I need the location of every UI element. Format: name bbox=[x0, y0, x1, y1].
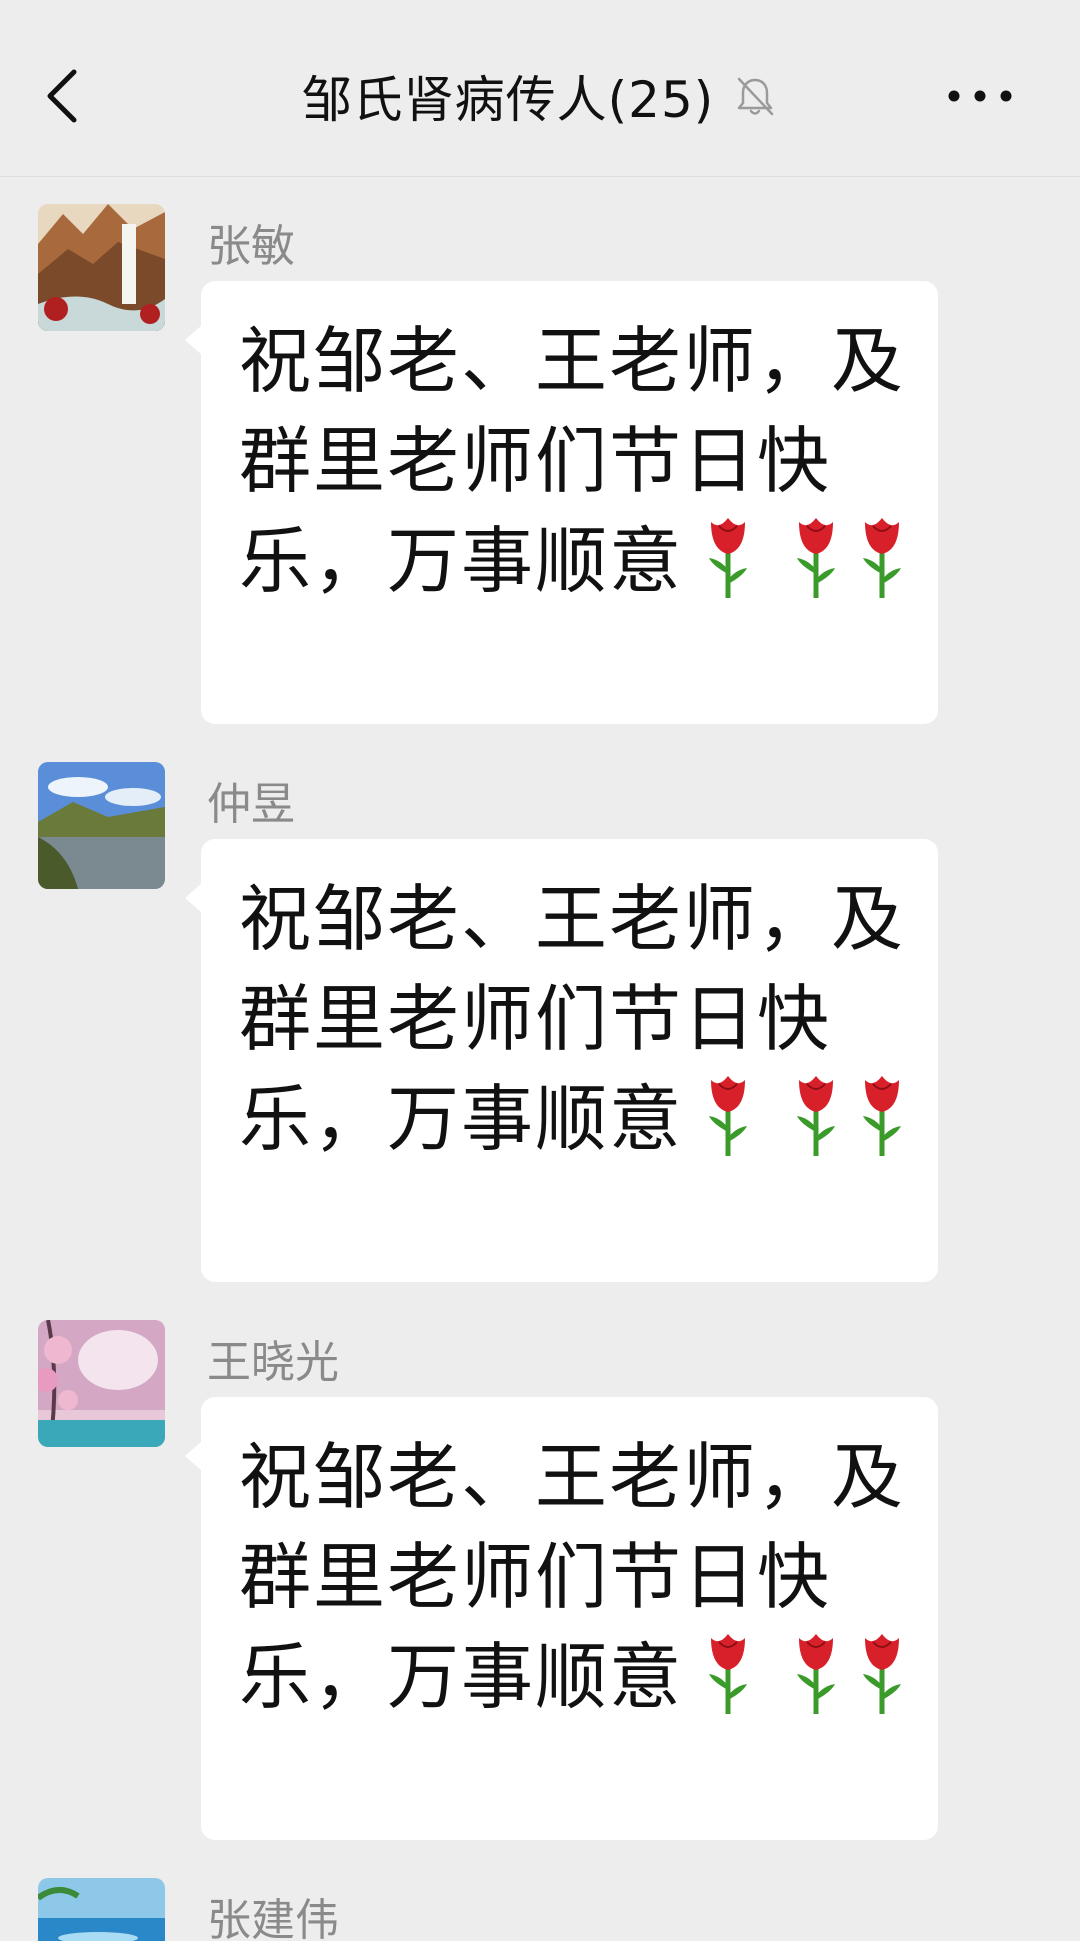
message-text: 祝邹老、王老师，及群里老师们节日快乐，万事顺意 bbox=[239, 311, 918, 611]
sender-name: 仲昱 bbox=[207, 779, 295, 830]
avatar[interactable] bbox=[38, 1878, 165, 1941]
avatar[interactable] bbox=[38, 762, 165, 889]
message-text: 祝邹老、王老师，及群里老师们节日快乐，万事顺意 bbox=[239, 1427, 918, 1727]
message-text: 祝邹老、王老师，及群里老师们节日快乐，万事顺意 bbox=[239, 869, 918, 1169]
chat-header: 邹氏肾病传人(25) bbox=[0, 0, 1080, 177]
message-bubble[interactable]: 祝邹老、王老师，及群里老师们节日快乐，万事顺意 bbox=[185, 839, 938, 1282]
rose-emoji bbox=[785, 1070, 847, 1158]
avatar[interactable] bbox=[38, 1320, 165, 1447]
message-bubble[interactable]: 祝邹老、王老师，及群里老师们节日快乐，万事顺意 bbox=[185, 1397, 938, 1840]
title-area: 邹氏肾病传人(25) bbox=[0, 64, 1080, 129]
rose-emoji bbox=[697, 1070, 759, 1158]
more-dots-icon bbox=[948, 90, 1012, 102]
rose-emoji bbox=[785, 512, 847, 600]
bell-off-icon bbox=[738, 77, 774, 116]
more-button[interactable] bbox=[940, 78, 1020, 114]
rose-emoji bbox=[851, 1070, 913, 1158]
rose-emoji bbox=[851, 512, 913, 600]
rose-emoji bbox=[697, 1628, 759, 1716]
message-list[interactable]: 张敏 祝邹老、王老师，及群里老师们节日快乐，万事顺意 仲昱 祝邹老、王老师，及群… bbox=[0, 177, 1080, 1941]
rose-emoji bbox=[785, 1628, 847, 1716]
rose-emoji bbox=[697, 512, 759, 600]
message-bubble[interactable]: 祝邹老、王老师，及群里老师们节日快乐，万事顺意 bbox=[185, 281, 938, 724]
avatar[interactable] bbox=[38, 204, 165, 331]
rose-emoji bbox=[851, 1628, 913, 1716]
sender-name: 王晓光 bbox=[207, 1337, 339, 1388]
sender-name: 张敏 bbox=[207, 221, 295, 272]
chat-title: 邹氏肾病传人(25) bbox=[301, 71, 715, 129]
sender-name: 张建伟 bbox=[207, 1895, 339, 1941]
